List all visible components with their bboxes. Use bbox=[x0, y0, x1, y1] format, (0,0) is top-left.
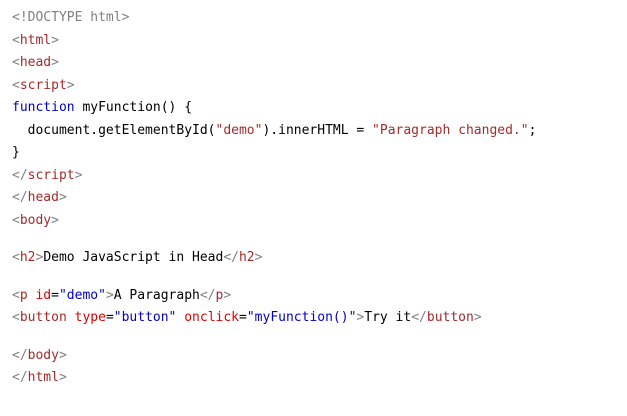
attribute-name: onclick bbox=[184, 310, 240, 325]
tag-name: button bbox=[426, 310, 474, 325]
tag-name: h2 bbox=[19, 250, 36, 265]
code-line-body-open: <body> bbox=[12, 212, 59, 228]
code-line-doctype: <!DOCTYPE html> bbox=[12, 7, 627, 30]
h2-text: Demo JavaScript in Head bbox=[43, 250, 224, 265]
code-line-body-close: </body> bbox=[12, 347, 67, 363]
statement-call: document.getElementById( bbox=[27, 122, 216, 138]
code-line-function-close: } bbox=[12, 145, 20, 160]
lt-bang: <! bbox=[12, 10, 28, 25]
code-line-html-close: </html> bbox=[12, 370, 67, 385]
code-line-h2: <h2>Demo JavaScript in Head</h2> bbox=[12, 250, 263, 265]
tag-name: body bbox=[27, 347, 59, 363]
tag-name: body bbox=[19, 212, 52, 228]
attribute-name: type bbox=[74, 310, 106, 325]
tag-name: head bbox=[19, 55, 52, 70]
doctype-text: DOCTYPE html bbox=[27, 10, 122, 25]
tag-name: html bbox=[27, 370, 59, 385]
string-literal: "Paragraph changed." bbox=[372, 122, 529, 138]
function-signature: myFunction() { bbox=[74, 100, 193, 115]
code-line-html-open: <html> bbox=[12, 32, 59, 48]
function-keyword: function bbox=[12, 100, 75, 115]
attribute-name: id bbox=[35, 287, 52, 303]
button-text: Try it bbox=[364, 310, 412, 325]
code-line-head-open: <head> bbox=[12, 55, 59, 70]
statement-mid: ).innerHTML = bbox=[262, 122, 373, 138]
code-line-script-open: <script> bbox=[12, 77, 75, 93]
attribute-value: "myFunction()" bbox=[246, 310, 357, 325]
code-line-paragraph: <p id="demo">A Paragraph</p> bbox=[12, 287, 232, 303]
code-line-head-close: </head> bbox=[12, 190, 67, 205]
code-listing: <!DOCTYPE html> <html> <head> <script> f… bbox=[12, 7, 627, 416]
string-literal: "demo" bbox=[215, 122, 263, 138]
code-line-script-close: </script> bbox=[12, 167, 83, 183]
code-line-function-decl: function myFunction() { bbox=[12, 97, 627, 120]
attribute-value: "demo" bbox=[58, 287, 106, 303]
tag-name: html bbox=[19, 32, 52, 48]
code-line-statement: document.getElementById("demo").innerHTM… bbox=[27, 122, 537, 138]
code-line-button: <button type="button" onclick="myFunctio… bbox=[12, 310, 482, 325]
tag-name: script bbox=[19, 77, 67, 93]
tag-name: script bbox=[27, 167, 75, 183]
tag-name: h2 bbox=[238, 250, 255, 265]
tag-name: head bbox=[27, 190, 59, 205]
paragraph-text: A Paragraph bbox=[113, 287, 200, 303]
tag-name: button bbox=[19, 310, 67, 325]
tag-name: p bbox=[19, 287, 28, 303]
attribute-value: "button" bbox=[113, 310, 177, 325]
gt: > bbox=[121, 10, 130, 25]
